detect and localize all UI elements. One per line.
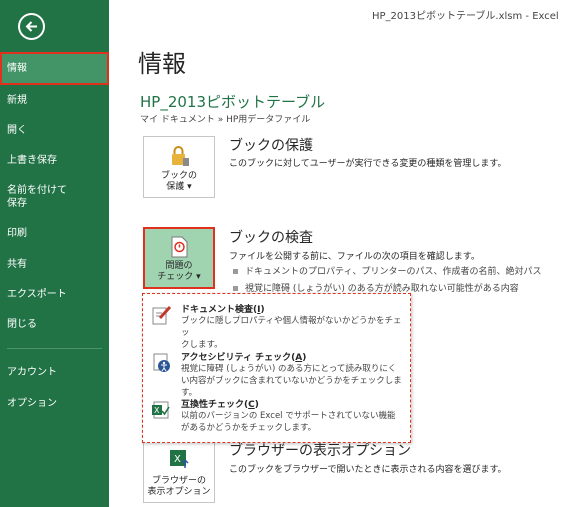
browser-view-options-label: ブラウザーの 表示オプション	[147, 476, 211, 497]
menu-item-inspect-document[interactable]: ドキュメント検査(I) ブックに隠しプロパティや個人情報がないかどうかをチェッ …	[143, 302, 410, 350]
sidebar-item-label: 共有	[7, 259, 27, 270]
check-for-issues-label: 問題の チェック ▾	[157, 261, 201, 282]
sidebar-item-new[interactable]: 新規	[0, 94, 109, 107]
breadcrumb[interactable]: マイ ドキュメント » HP用データファイル	[140, 112, 310, 125]
sidebar-item-label: アカウント	[7, 367, 57, 378]
menu-item-description: ブックに隠しプロパティや個人情報がないかどうかをチェッ クします。	[181, 316, 402, 350]
sidebar-item-save[interactable]: 上書き保存	[0, 154, 109, 167]
menu-item-title: 互換性チェック(C)	[181, 400, 259, 410]
sidebar-item-label: 上書き保存	[7, 155, 57, 166]
document-inspector-icon	[152, 305, 172, 325]
sidebar-item-share[interactable]: 共有	[0, 258, 109, 271]
sidebar-item-label: 情報	[7, 63, 27, 74]
sidebar-item-print[interactable]: 印刷	[0, 227, 109, 240]
menu-item-description: 以前のバージョンの Excel でサポートされていない機能 があるかどうかをチェ…	[181, 411, 396, 433]
sidebar-item-save-as[interactable]: 名前を付けて 保存	[0, 184, 109, 210]
sidebar-item-export[interactable]: エクスポート	[0, 288, 109, 301]
sidebar-item-label: エクスポート	[7, 289, 67, 300]
sidebar-item-open[interactable]: 開く	[0, 124, 109, 137]
page-title: 情報	[138, 50, 186, 78]
excel-browser-icon: X	[170, 450, 189, 468]
chevron-down-icon: ▾	[196, 272, 201, 282]
back-arrow-icon	[25, 21, 37, 32]
check-for-issues-menu: ドキュメント検査(I) ブックに隠しプロパティや個人情報がないかどうかをチェッ …	[142, 293, 411, 443]
backstage-sidebar: 情報 新規 開く 上書き保存 名前を付けて 保存 印刷 共有 エクスポート 閉じ…	[0, 0, 109, 507]
protect-workbook-button[interactable]: ブックの 保護 ▾	[143, 136, 215, 198]
sidebar-item-label: 印刷	[7, 228, 27, 239]
menu-item-description: 視覚に障碍 (しょうがい) のある方にとって読み取りにく い内容がブックに含まれ…	[181, 364, 402, 398]
file-name: HP_2013ピボットテーブル	[140, 93, 326, 111]
sidebar-item-label: 新規	[7, 95, 27, 106]
menu-item-accessibility-check[interactable]: アクセシビリティ チェック(A) 視覚に障碍 (しょうがい) のある方にとって読…	[143, 350, 410, 398]
menu-item-title: ドキュメント検査(I)	[181, 305, 265, 315]
browser-view-options-button[interactable]: X ブラウザーの 表示オプション	[143, 441, 215, 503]
protect-workbook-label: ブックの 保護 ▾	[160, 171, 197, 192]
sidebar-item-label: 閉じる	[7, 319, 37, 330]
accessibility-checker-icon	[153, 353, 170, 372]
sidebar-item-label: 名前を付けて	[7, 185, 67, 196]
compatibility-checker-icon: X	[152, 401, 170, 419]
check-for-issues-button[interactable]: 問題の チェック ▾	[143, 227, 215, 289]
browser-title: ブラウザーの表示オプション	[229, 443, 411, 459]
sidebar-item-label: オプション	[7, 398, 57, 409]
svg-text:X: X	[154, 406, 160, 415]
inspect-description: ファイルを公開する前に、ファイルの次の項目を確認します。	[229, 252, 480, 262]
window-title: HP_2013ピボットテーブル.xlsm - Excel	[372, 11, 559, 22]
chevron-down-icon: ▾	[187, 182, 192, 192]
browser-description: このブックをブラウザーで開いたときに表示される内容を選びます。	[229, 465, 507, 475]
inspect-title: ブックの検査	[229, 230, 313, 246]
protect-title: ブックの保護	[229, 138, 313, 154]
menu-item-title: アクセシビリティ チェック(A)	[181, 353, 307, 363]
sidebar-item-options[interactable]: オプション	[0, 397, 109, 410]
back-button[interactable]	[18, 13, 45, 40]
svg-text:X: X	[174, 454, 181, 465]
sidebar-item-label: 開く	[7, 125, 27, 136]
bullet-square-icon	[233, 269, 238, 274]
lock-icon	[172, 146, 189, 166]
menu-item-compatibility-check[interactable]: X 互換性チェック(C) 以前のバージョンの Excel でサポートされていない…	[143, 397, 410, 437]
sidebar-item-label: 保存	[7, 198, 27, 209]
inspect-document-icon	[171, 236, 188, 258]
sidebar-item-close[interactable]: 閉じる	[0, 318, 109, 331]
bullet-square-icon	[233, 286, 238, 291]
protect-description: このブックに対してユーザーが実行できる変更の種類を管理します。	[229, 159, 507, 169]
sidebar-item-info[interactable]: 情報	[0, 52, 109, 85]
sidebar-item-account[interactable]: アカウント	[0, 366, 109, 379]
sidebar-divider	[7, 348, 102, 349]
inspect-bullet: ドキュメントのプロパティ、プリンターのパス、作成者の名前、絶対パス	[233, 264, 541, 277]
